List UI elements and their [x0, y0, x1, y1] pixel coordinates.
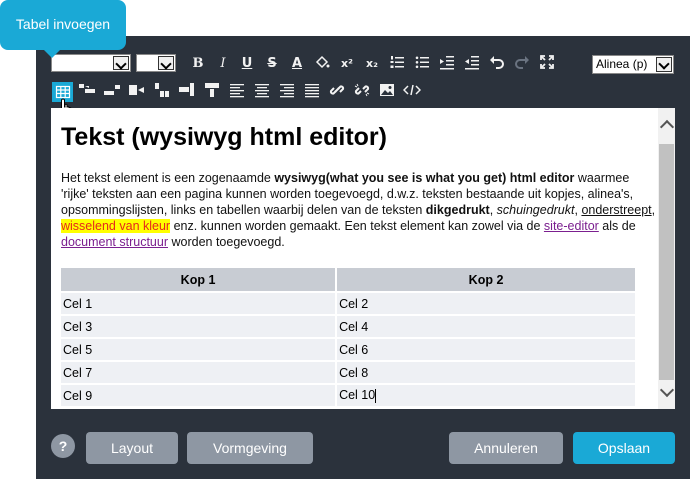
- expand-icon: [540, 55, 554, 69]
- insert-column-after-icon: [179, 83, 194, 96]
- insert-row-icon: [79, 84, 95, 93]
- table-cell[interactable]: Cel 1: [61, 291, 338, 315]
- italic-button[interactable]: I: [213, 54, 233, 74]
- table-cell[interactable]: Cel 9: [61, 383, 338, 406]
- insert-row-below-icon: [104, 85, 120, 95]
- row-below-button[interactable]: [102, 82, 122, 102]
- source-code-button[interactable]: [402, 82, 422, 102]
- table-cell[interactable]: Cel 4: [336, 314, 637, 338]
- content-paragraph: Het tekst element is een zogenaamde wysi…: [61, 171, 656, 249]
- insert-column-icon: [155, 83, 169, 97]
- layout-button[interactable]: Layout: [86, 432, 178, 464]
- redo-button[interactable]: [512, 54, 532, 74]
- table-cell[interactable]: Cel 6: [336, 337, 637, 361]
- chevron-down-icon: [656, 57, 672, 72]
- paint-bucket-icon: [315, 55, 330, 69]
- align-center-button[interactable]: [252, 82, 272, 102]
- table-row: Cel 3 Cel 4: [61, 314, 637, 338]
- align-right-button[interactable]: [277, 82, 297, 102]
- font-size-select[interactable]: [136, 54, 176, 72]
- help-button[interactable]: ?: [51, 434, 75, 458]
- table-cell[interactable]: Cel 10: [336, 383, 637, 406]
- link-icon: [329, 85, 345, 95]
- unlink-icon: [354, 83, 370, 97]
- bullet-list-button[interactable]: [412, 54, 432, 74]
- content-table[interactable]: Kop 1 Kop 2 Cel 1 Cel 2 Cel 3 Cel 4 Cel …: [61, 268, 637, 406]
- scroll-up-icon[interactable]: [659, 119, 675, 135]
- redo-icon: [515, 56, 529, 69]
- table-cell[interactable]: Cel 2: [336, 291, 637, 315]
- remove-link-button[interactable]: [352, 82, 372, 102]
- content-heading: Tekst (wysiwyg html editor): [61, 123, 387, 151]
- outdent-icon: [465, 56, 479, 70]
- vormgeving-button[interactable]: Vormgeving: [187, 432, 313, 464]
- editor-scrollbar[interactable]: [658, 108, 675, 409]
- ordered-list-button[interactable]: [387, 54, 407, 74]
- undo-button[interactable]: [487, 54, 507, 74]
- image-icon: [380, 84, 394, 96]
- underline-button[interactable]: U: [237, 54, 257, 74]
- table-row: Cel 5 Cel 6: [61, 337, 637, 361]
- table-cell[interactable]: Cel 3: [61, 314, 338, 338]
- table-cell[interactable]: Cel 5: [61, 337, 338, 361]
- chevron-down-icon: [158, 56, 174, 70]
- table-cell[interactable]: Cel 8: [336, 360, 637, 384]
- table-cell[interactable]: Cel 7: [61, 360, 338, 384]
- table-header-cell[interactable]: Kop 2: [336, 268, 637, 292]
- chevron-down-icon: [113, 56, 129, 70]
- insert-link-button[interactable]: [327, 82, 347, 102]
- editor-content-area[interactable]: Tekst (wysiwyg html editor) Het tekst el…: [51, 108, 675, 409]
- numbered-list-icon: [390, 56, 404, 68]
- row-above-button[interactable]: [77, 82, 97, 102]
- tooltip-insert-table: Tabel invoegen: [0, 0, 126, 58]
- col-before-button[interactable]: [152, 82, 172, 102]
- subscript-button[interactable]: x₂: [362, 54, 382, 74]
- tooltip-text: Tabel invoegen: [15, 16, 111, 32]
- outdent-button[interactable]: [462, 54, 482, 74]
- undo-icon: [490, 56, 504, 69]
- scrollbar-thumb[interactable]: [659, 144, 674, 380]
- delete-column-icon: [205, 83, 219, 97]
- table-row: Cel 9 Cel 10: [61, 383, 637, 406]
- cancel-button[interactable]: Annuleren: [449, 432, 563, 464]
- site-editor-link[interactable]: site-editor: [544, 219, 599, 233]
- background-color-button[interactable]: [312, 54, 332, 74]
- text-cursor: [375, 388, 377, 403]
- table-row: Cel 7 Cel 8: [61, 360, 637, 384]
- fullscreen-button[interactable]: [537, 54, 557, 74]
- scroll-down-icon[interactable]: [659, 382, 675, 398]
- col-after-button[interactable]: [177, 82, 197, 102]
- align-justify-icon: [305, 84, 319, 98]
- superscript-button[interactable]: x²: [337, 54, 357, 74]
- insert-image-button[interactable]: [377, 82, 397, 102]
- bold-button[interactable]: B: [188, 54, 208, 74]
- delete-row-icon: [129, 85, 144, 95]
- align-center-icon: [255, 84, 269, 98]
- delete-row-button[interactable]: [127, 82, 147, 102]
- table-row: Cel 1 Cel 2: [61, 291, 637, 315]
- indent-icon: [440, 56, 454, 70]
- align-right-icon: [280, 84, 294, 98]
- table-header-cell[interactable]: Kop 1: [61, 268, 338, 292]
- document-structure-link[interactable]: document structuur: [61, 235, 168, 249]
- align-justify-button[interactable]: [302, 82, 322, 102]
- font-color-button[interactable]: A: [287, 54, 307, 74]
- save-button[interactable]: Opslaan: [573, 432, 675, 464]
- align-left-icon: [230, 84, 244, 98]
- strikethrough-button[interactable]: S: [262, 54, 282, 74]
- code-icon: [402, 84, 422, 96]
- indent-button[interactable]: [437, 54, 457, 74]
- paragraph-format-select[interactable]: Alinea (p): [592, 55, 674, 74]
- delete-column-button[interactable]: [202, 82, 222, 102]
- font-family-select[interactable]: [51, 54, 131, 72]
- align-left-button[interactable]: [227, 82, 247, 102]
- highlighted-text: wisselend van kleur: [61, 219, 171, 233]
- bullet-list-icon: [415, 56, 429, 69]
